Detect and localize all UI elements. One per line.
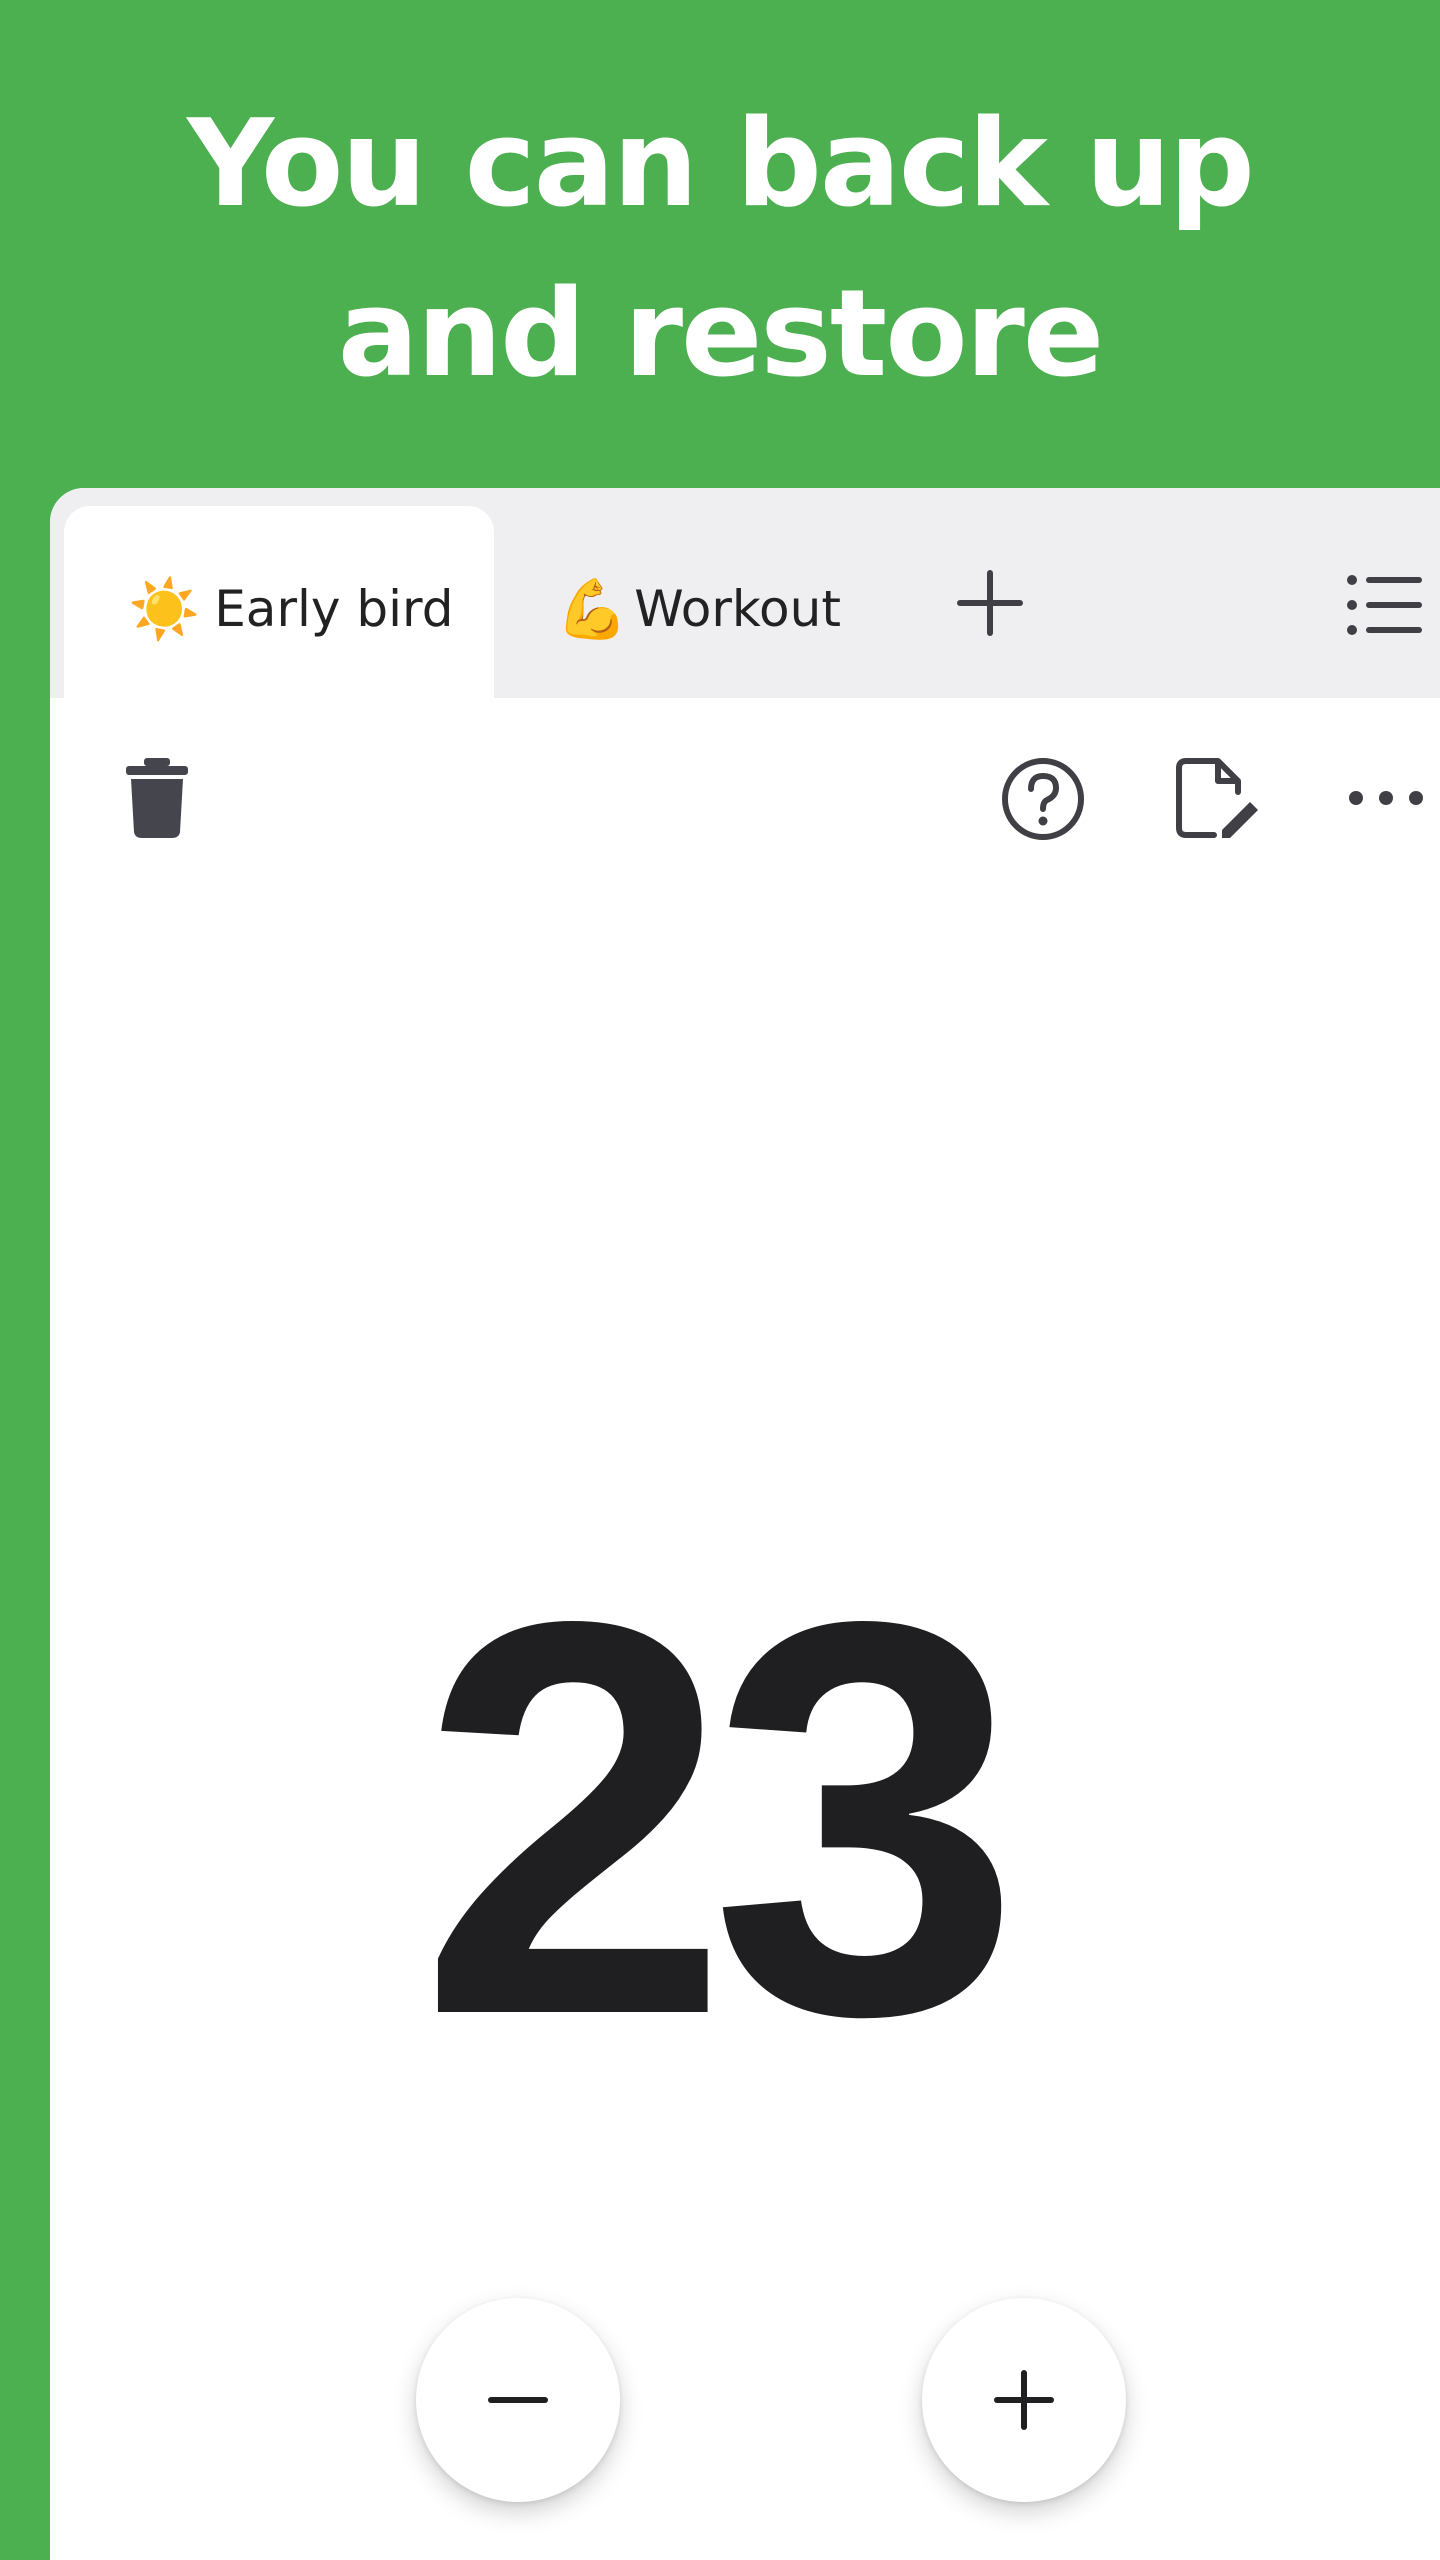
tab-label-early-bird: Early bird <box>214 580 454 638</box>
tab-label-workout: Workout <box>634 580 841 638</box>
decrement-button[interactable] <box>416 2298 620 2502</box>
flexed-biceps-emoji-icon: 💪 <box>556 575 629 643</box>
tab-bar: ☀️ Early bird 💪 Workout <box>50 488 1440 698</box>
minus-icon <box>488 2397 548 2403</box>
plus-icon <box>994 2370 1054 2430</box>
trash-icon[interactable] <box>122 758 192 838</box>
counter-value: 23 <box>418 1505 1022 2131</box>
headline-line-1: You can back up <box>187 95 1255 234</box>
app-screen: ☀️ Early bird 💪 Workout 23 <box>50 488 1440 2560</box>
headline: You can back up and restore <box>0 80 1440 420</box>
sun-emoji-icon: ☀️ <box>128 575 201 643</box>
tab-workout[interactable]: 💪 Workout <box>556 573 841 645</box>
question-circle-icon[interactable] <box>1000 756 1086 842</box>
edit-document-icon[interactable] <box>1174 758 1260 838</box>
add-tab-plus-icon[interactable] <box>950 563 1030 643</box>
headline-line-2: and restore <box>337 265 1104 404</box>
list-icon[interactable] <box>1344 570 1424 640</box>
increment-button[interactable] <box>922 2298 1126 2502</box>
more-dots-icon[interactable] <box>1346 773 1426 823</box>
tab-early-bird[interactable]: ☀️ Early bird <box>128 573 453 645</box>
